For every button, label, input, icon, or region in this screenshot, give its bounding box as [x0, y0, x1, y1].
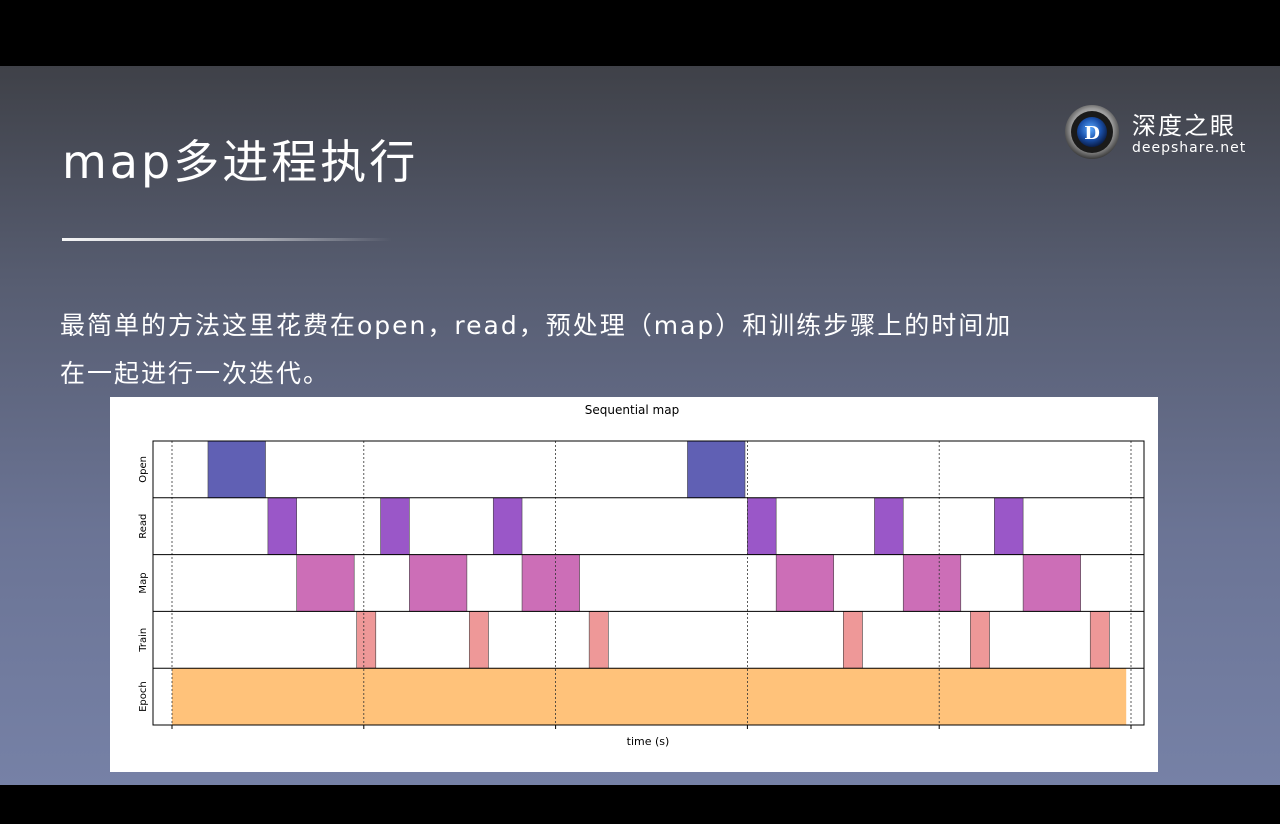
slide-title: map多进程执行: [62, 135, 419, 189]
bar-train-2: [588, 611, 609, 669]
bar-map-5: [1022, 554, 1081, 612]
chart-title: Sequential map: [585, 403, 679, 417]
chart-card: Sequential map time (s) Open Read Map Train…: [110, 397, 1158, 772]
bar-train-5: [1089, 611, 1110, 669]
bar-map-3: [775, 554, 835, 612]
sequential-map-chart: Sequential map time (s) Open Read Map Train…: [138, 403, 1145, 748]
logo-letter: D: [1084, 123, 1100, 144]
row-label-open: Open: [138, 456, 149, 483]
bar-map-0: [296, 554, 355, 612]
row-label-map: Map: [138, 572, 149, 593]
bar-train-4: [970, 611, 990, 669]
paragraph-line-1: 最简单的方法这里花费在open，read，预处理（map）和训练步骤上的时间加: [60, 311, 1013, 340]
title-underline: [62, 238, 392, 241]
slide: map多进程执行 D 深度之眼 deepshare.net 最简单的方法这里花费…: [0, 66, 1280, 785]
eye-logo-icon: D: [1065, 105, 1119, 159]
row-label-train: Train: [138, 628, 149, 653]
bar-map-4: [902, 554, 962, 612]
bar-train-3: [842, 611, 863, 669]
bar-train-0: [356, 611, 377, 669]
bar-train-1: [468, 611, 489, 669]
bar-open-1: [687, 440, 746, 499]
bar-map-2: [521, 554, 580, 612]
brand-logo: D 深度之眼 deepshare.net: [1064, 102, 1254, 162]
bar-open-0: [207, 440, 266, 499]
bar-read-3: [747, 497, 777, 555]
logo-name-cn: 深度之眼: [1132, 112, 1236, 140]
row-label-epoch: Epoch: [138, 681, 149, 712]
chart-xlabel: time (s): [627, 735, 670, 748]
slide-paragraph: 最简单的方法这里花费在open，read，预处理（map）和训练步骤上的时间加 …: [60, 302, 1180, 398]
logo-name-en: deepshare.net: [1132, 140, 1247, 156]
bar-read-5: [994, 497, 1024, 555]
bar-read-0: [267, 497, 297, 555]
bar-map-1: [409, 554, 468, 612]
paragraph-line-2: 在一起进行一次迭代。: [60, 359, 331, 388]
bar-epoch-0: [172, 668, 1127, 725]
bar-read-2: [492, 497, 523, 555]
bar-read-1: [380, 497, 410, 555]
bar-read-4: [874, 497, 904, 555]
row-label-read: Read: [138, 514, 149, 539]
